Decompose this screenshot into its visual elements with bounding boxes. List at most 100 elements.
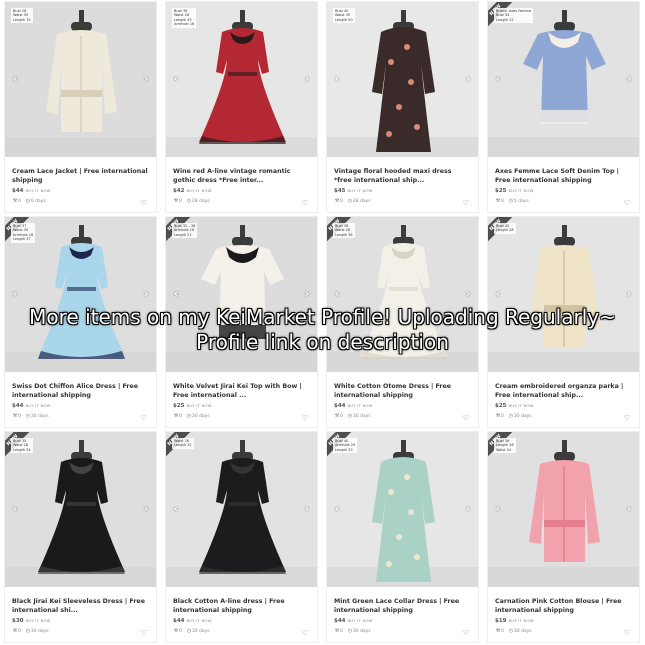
listing-card[interactable]: Bust 36 Waist 28 Length 45 Armhole 16 ‹ … bbox=[161, 0, 322, 215]
previous-photo-arrow-icon[interactable]: ‹ bbox=[330, 72, 344, 86]
meta-row: ⚒ 0 ◷ 28 days bbox=[334, 197, 471, 205]
previous-photo-arrow-icon[interactable]: ‹ bbox=[8, 72, 22, 86]
heart-icon[interactable]: ♡ bbox=[302, 629, 308, 637]
next-photo-arrow-icon[interactable]: › bbox=[461, 502, 475, 516]
heart-icon[interactable]: ♡ bbox=[624, 414, 630, 422]
next-photo-arrow-icon[interactable]: › bbox=[300, 287, 314, 301]
listing-card-inner: NEW Brand: Axes Femme Bust 34 Length 22 … bbox=[487, 1, 640, 213]
listing-price: $25 bbox=[495, 188, 507, 194]
previous-photo-arrow-icon[interactable]: ‹ bbox=[169, 287, 183, 301]
next-photo-arrow-icon[interactable]: › bbox=[622, 287, 636, 301]
previous-photo-arrow-icon[interactable]: ‹ bbox=[491, 287, 505, 301]
garment-photo bbox=[327, 2, 478, 157]
next-photo-arrow-icon[interactable]: › bbox=[300, 72, 314, 86]
heart-icon[interactable]: ♡ bbox=[141, 629, 147, 637]
time-left: 0 days bbox=[30, 198, 46, 204]
meta-row: ⚒ 0 ◷ 30 days bbox=[12, 627, 149, 635]
heart-icon[interactable]: ♡ bbox=[463, 414, 469, 422]
price-row: $25 BUY IT NOW bbox=[495, 188, 632, 196]
listing-info: White Cotton Otome Dress | Free internat… bbox=[327, 372, 478, 428]
listing-photo[interactable]: NEW Bust 32 - 36 Armhole 16 Length 21 ‹ … bbox=[166, 217, 317, 372]
listing-title[interactable]: White Cotton Otome Dress | Free internat… bbox=[334, 383, 471, 400]
listing-photo[interactable]: NEW Brand: Axes Femme Bust 34 Length 22 … bbox=[488, 2, 639, 157]
previous-photo-arrow-icon[interactable]: ‹ bbox=[8, 502, 22, 516]
listing-card[interactable]: NEW Bust 36 Length 16 Waist 24 ‹ › Carna… bbox=[483, 430, 644, 645]
heart-icon[interactable]: ♡ bbox=[302, 199, 308, 207]
listing-photo[interactable]: NEW Bust 36 Length 16 Waist 24 ‹ › bbox=[488, 432, 639, 587]
previous-photo-arrow-icon[interactable]: ‹ bbox=[330, 287, 344, 301]
previous-photo-arrow-icon[interactable]: ‹ bbox=[491, 502, 505, 516]
listing-title[interactable]: White Velvet Jirai Kei Top with Bow | Fr… bbox=[173, 383, 310, 400]
previous-photo-arrow-icon[interactable]: ‹ bbox=[491, 72, 505, 86]
time-left: 30 days bbox=[30, 413, 49, 419]
heart-icon[interactable]: ♡ bbox=[141, 414, 147, 422]
next-photo-arrow-icon[interactable]: › bbox=[461, 72, 475, 86]
heart-icon[interactable]: ♡ bbox=[302, 414, 308, 422]
heart-icon[interactable]: ♡ bbox=[141, 199, 147, 207]
listing-card[interactable]: Bust 40 Waist 30 Length 50 ‹ › Vintage f… bbox=[322, 0, 483, 215]
listing-info: Black Cotton A-line dress | Free interna… bbox=[166, 587, 317, 643]
listing-photo[interactable]: NEW Bust 40 Length 28 ‹ › bbox=[488, 217, 639, 372]
next-photo-arrow-icon[interactable]: › bbox=[622, 72, 636, 86]
listing-card-inner: NEW Bust 32 - 36 Armhole 16 Length 21 ‹ … bbox=[165, 216, 318, 428]
meta-row: ⚒ 0 ◷ 5 days bbox=[495, 197, 632, 205]
listing-title[interactable]: Black Jirai Kei Sleeveless Dress | Free … bbox=[12, 598, 149, 615]
previous-photo-arrow-icon[interactable]: ‹ bbox=[8, 287, 22, 301]
next-photo-arrow-icon[interactable]: › bbox=[622, 502, 636, 516]
listing-card[interactable]: NEW Bust 40 Armhole 20 Length 33 ‹ › Min… bbox=[322, 430, 483, 645]
listing-title[interactable]: Cream embroidered organza parka | Free i… bbox=[495, 383, 632, 400]
listing-info: Vintage floral hooded maxi dress *free i… bbox=[327, 157, 478, 213]
time-left: 28 days bbox=[352, 198, 371, 204]
listing-card[interactable]: NEW Bust 36 Waist 28 Length 38 ‹ › White… bbox=[322, 215, 483, 430]
listing-title[interactable]: Black Cotton A-line dress | Free interna… bbox=[173, 598, 310, 615]
listing-title[interactable]: Axes Femme Lace Soft Denim Top | Free in… bbox=[495, 168, 632, 185]
listing-title[interactable]: Cream Lace Jacket | Free international s… bbox=[12, 168, 149, 185]
listing-card-inner: NEW Waist 26 Length 32 ‹ › Black Cotton … bbox=[165, 431, 318, 643]
listing-card[interactable]: NEW Bust 35 Waist 28 Length 34 ‹ › Black… bbox=[0, 430, 161, 645]
listing-photo[interactable]: Bust 36 Waist 28 Length 45 Armhole 16 ‹ … bbox=[166, 2, 317, 157]
listing-info: Mint Green Lace Collar Dress | Free inte… bbox=[327, 587, 478, 643]
measurement-tag: Bust 36 Waist 28 Length 45 Armhole 16 bbox=[172, 8, 197, 28]
next-photo-arrow-icon[interactable]: › bbox=[139, 72, 153, 86]
buy-now-label: BUY IT NOW bbox=[508, 188, 534, 193]
listing-price: $44 bbox=[12, 403, 24, 409]
listing-photo[interactable]: NEW Bust 35 Waist 28 Length 34 ‹ › bbox=[5, 432, 156, 587]
listing-photo[interactable]: NEW Bust 37 Waist 30 Armhole 18 Length 3… bbox=[5, 217, 156, 372]
listing-title[interactable]: Mint Green Lace Collar Dress | Free inte… bbox=[334, 598, 471, 615]
listing-title[interactable]: Wine red A-line vintage romantic gothic … bbox=[173, 168, 310, 185]
next-photo-arrow-icon[interactable]: › bbox=[139, 502, 153, 516]
bid-count: 0 bbox=[340, 413, 343, 419]
listing-photo[interactable]: NEW Waist 26 Length 32 ‹ › bbox=[166, 432, 317, 587]
next-photo-arrow-icon[interactable]: › bbox=[139, 287, 153, 301]
next-photo-arrow-icon[interactable]: › bbox=[461, 287, 475, 301]
listing-card[interactable]: NEW Waist 26 Length 32 ‹ › Black Cotton … bbox=[161, 430, 322, 645]
listing-card[interactable]: NEW Bust 37 Waist 30 Armhole 18 Length 3… bbox=[0, 215, 161, 430]
heart-icon[interactable]: ♡ bbox=[463, 199, 469, 207]
buy-now-label: BUY IT NOW bbox=[186, 618, 212, 623]
heart-icon[interactable]: ♡ bbox=[624, 629, 630, 637]
listing-card[interactable]: NEW Bust 40 Length 28 ‹ › Cream embroide… bbox=[483, 215, 644, 430]
heart-icon[interactable]: ♡ bbox=[624, 199, 630, 207]
listing-card[interactable]: Bust 28 Waist 30 Length 15 ‹ › Cream Lac… bbox=[0, 0, 161, 215]
previous-photo-arrow-icon[interactable]: ‹ bbox=[169, 502, 183, 516]
heart-icon[interactable]: ♡ bbox=[463, 629, 469, 637]
measurement-tag: Bust 28 Waist 30 Length 15 bbox=[11, 8, 33, 24]
listing-title[interactable]: Swiss Dot Chiffon Alice Dress | Free int… bbox=[12, 383, 149, 400]
next-photo-arrow-icon[interactable]: › bbox=[300, 502, 314, 516]
listing-title[interactable]: Vintage floral hooded maxi dress *free i… bbox=[334, 168, 471, 185]
buy-now-label: BUY IT NOW bbox=[25, 618, 51, 623]
listing-photo[interactable]: NEW Bust 40 Armhole 20 Length 33 ‹ › bbox=[327, 432, 478, 587]
bid-count: 0 bbox=[18, 628, 21, 634]
meta-row: ⚒ 0 ◷ 30 days bbox=[173, 412, 310, 420]
listing-photo[interactable]: NEW Bust 36 Waist 28 Length 38 ‹ › bbox=[327, 217, 478, 372]
price-row: $44 BUY IT NOW bbox=[334, 618, 471, 626]
bid-count: 0 bbox=[501, 198, 504, 204]
previous-photo-arrow-icon[interactable]: ‹ bbox=[330, 502, 344, 516]
listing-card[interactable]: NEW Bust 32 - 36 Armhole 16 Length 21 ‹ … bbox=[161, 215, 322, 430]
previous-photo-arrow-icon[interactable]: ‹ bbox=[169, 72, 183, 86]
listing-card[interactable]: NEW Brand: Axes Femme Bust 34 Length 22 … bbox=[483, 0, 644, 215]
listing-photo[interactable]: Bust 28 Waist 30 Length 15 ‹ › bbox=[5, 2, 156, 157]
listing-photo[interactable]: Bust 40 Waist 30 Length 50 ‹ › bbox=[327, 2, 478, 157]
listing-title[interactable]: Carnation Pink Cotton Blouse | Free inte… bbox=[495, 598, 632, 615]
measurement-tag: Bust 36 Length 16 Waist 24 bbox=[494, 438, 516, 454]
